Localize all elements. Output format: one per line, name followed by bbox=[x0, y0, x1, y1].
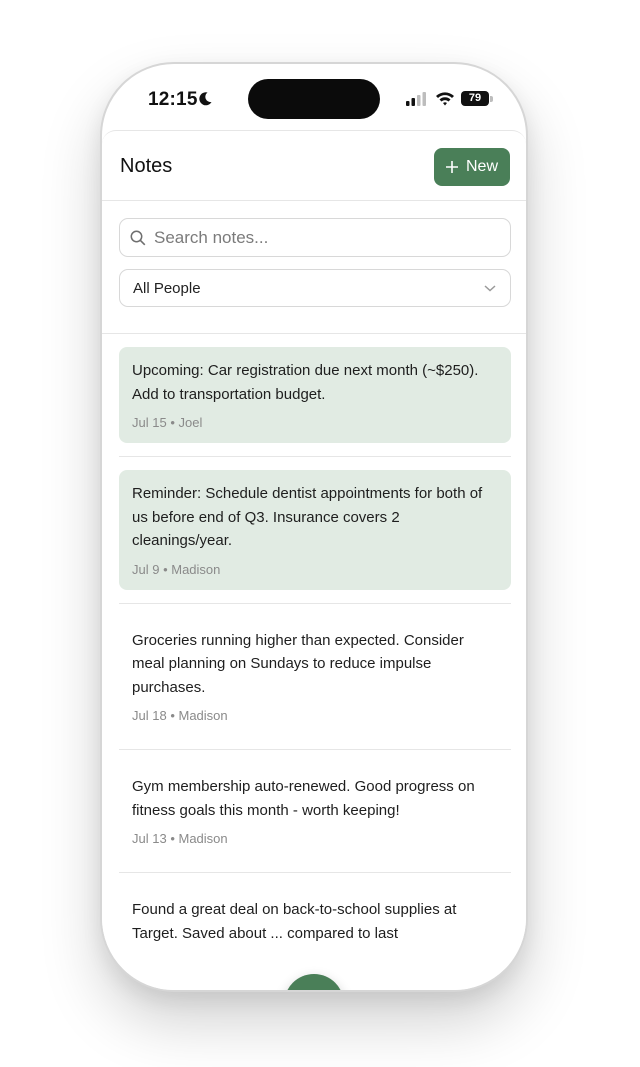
signal-icon bbox=[406, 92, 426, 106]
people-filter-value: All People bbox=[133, 280, 201, 297]
note-text: Gym membership auto-renewed. Good progre… bbox=[132, 778, 475, 819]
status-time: 12:15 bbox=[148, 89, 198, 110]
note-date: Jul 9 bbox=[132, 561, 160, 577]
note-date: Jul 15 bbox=[132, 415, 167, 430]
note-person: Madison bbox=[178, 831, 228, 846]
note-date: Jul 18 bbox=[132, 708, 167, 723]
battery-indicator: 79 bbox=[461, 91, 489, 106]
note-date: Jul 13 bbox=[132, 831, 167, 846]
search-icon bbox=[130, 230, 146, 246]
screenshot-stage: 12:15 79 Notes New Search notes... All P… bbox=[0, 0, 640, 1067]
header: Notes New bbox=[102, 131, 526, 201]
dynamic-island bbox=[248, 79, 380, 119]
note-card[interactable]: Found a great deal on back-to-school sup… bbox=[119, 886, 511, 958]
note-meta: Jul 18 • Madison bbox=[132, 708, 228, 723]
note-meta: Jul 15 • Joel bbox=[132, 415, 203, 430]
note-person: Madison bbox=[178, 708, 228, 723]
note-text: Upcoming: Car registration due next mont… bbox=[132, 362, 479, 403]
search-input[interactable] bbox=[154, 219, 494, 256]
note-separator bbox=[119, 749, 511, 750]
note-text: Reminder: Schedule dentist appointments … bbox=[132, 485, 483, 549]
note-text: Found a great deal on back-to-school sup… bbox=[132, 901, 457, 942]
chevron-down-icon bbox=[484, 285, 496, 292]
notes-list: Upcoming: Car registration due next mont… bbox=[119, 347, 511, 958]
battery-tip bbox=[490, 96, 493, 102]
moon-icon bbox=[199, 92, 212, 106]
notes-app: Notes New All People bbox=[102, 130, 526, 990]
note-separator bbox=[119, 456, 511, 457]
note-card[interactable]: Gym membership auto-renewed. Good progre… bbox=[119, 763, 511, 859]
note-card[interactable]: Reminder: Schedule dentist appointments … bbox=[119, 470, 511, 590]
note-card[interactable]: Upcoming: Car registration due next mont… bbox=[119, 347, 511, 443]
phone-frame: 12:15 79 Notes New Search notes... All P… bbox=[100, 62, 528, 992]
divider bbox=[102, 333, 526, 334]
page-title: Notes bbox=[120, 155, 173, 177]
search-box[interactable] bbox=[119, 218, 511, 257]
people-filter-select[interactable]: All People bbox=[119, 269, 511, 307]
new-note-button[interactable]: New bbox=[434, 148, 510, 186]
note-meta: Jul 13 • Madison bbox=[132, 831, 228, 846]
note-text: Groceries running higher than expected. … bbox=[132, 631, 464, 696]
new-button-label: New bbox=[465, 158, 498, 175]
note-meta: Jul 9 • Madison bbox=[132, 561, 221, 577]
note-person: Joel bbox=[178, 415, 203, 430]
plus-icon bbox=[445, 161, 458, 173]
wifi-icon bbox=[436, 92, 454, 106]
note-separator bbox=[119, 872, 511, 873]
note-card[interactable]: Groceries running higher than expected. … bbox=[119, 617, 511, 737]
note-person: Madison bbox=[171, 561, 221, 577]
close-fab-button[interactable] bbox=[284, 974, 344, 990]
note-separator bbox=[119, 602, 511, 604]
